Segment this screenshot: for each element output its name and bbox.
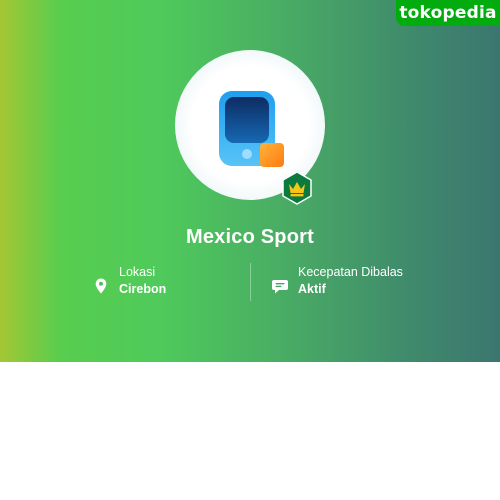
location-label: Lokasi xyxy=(119,265,156,279)
shop-header-banner: tokopedia Mexico Sport Lokasi Cirebon Ke… xyxy=(0,0,500,362)
chat-bubble-icon xyxy=(272,280,288,294)
location-pin-icon xyxy=(95,278,107,294)
info-divider xyxy=(250,263,251,301)
shop-name: Mexico Sport xyxy=(186,226,314,248)
shop-location: Lokasi Cirebon xyxy=(92,262,212,302)
tokopedia-logo-text: tokopedia xyxy=(399,2,497,23)
shop-response-speed: Kecepatan Dibalas Aktif xyxy=(271,262,431,302)
tokopedia-logo[interactable]: tokopedia xyxy=(396,0,500,26)
location-value: Cirebon xyxy=(119,282,167,296)
shop-info-row: Lokasi Cirebon Kecepatan Dibalas Aktif xyxy=(0,262,500,302)
official-store-badge xyxy=(282,171,312,205)
response-speed-value: Aktif xyxy=(298,282,326,296)
response-speed-label: Kecepatan Dibalas xyxy=(298,265,403,279)
shop-app-icon xyxy=(219,91,284,167)
